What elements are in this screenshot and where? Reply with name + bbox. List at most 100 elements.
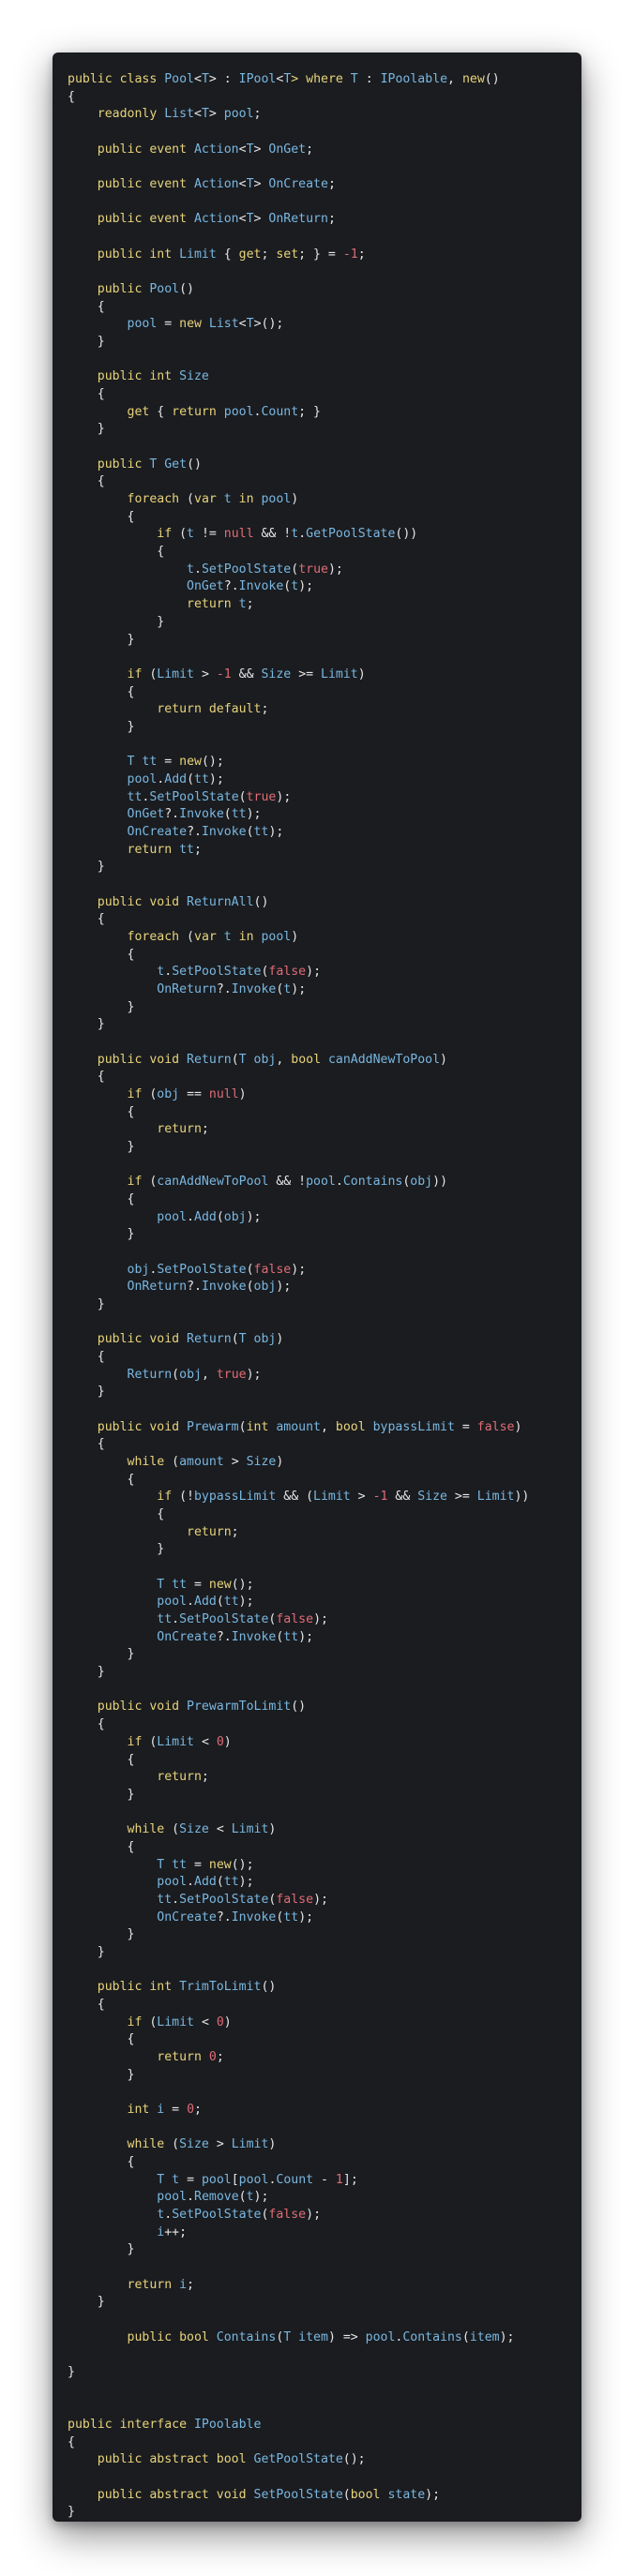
code-token: T — [157, 2172, 173, 2187]
code-token: Limit — [231, 1822, 269, 1837]
code-token: pool — [127, 771, 158, 786]
code-token: Add — [194, 1595, 217, 1610]
code-token: readonly — [68, 107, 165, 122]
code-token: { — [68, 1350, 105, 1365]
code-token: pool — [157, 1209, 188, 1224]
code-token: != — [194, 527, 224, 542]
code-token: ); — [208, 771, 224, 786]
code-token: List — [208, 317, 239, 332]
code-token: OnCreate — [127, 824, 188, 839]
code-token: ; — [201, 1770, 209, 1785]
code-line: public void Return(T obj) — [68, 1331, 581, 1349]
code-token: pool — [201, 2172, 232, 2187]
code-token: tt — [157, 1612, 173, 1627]
code-line: } — [68, 2241, 581, 2259]
code-token: ); — [499, 2329, 515, 2344]
code-token: ); — [298, 1910, 314, 1925]
code-token: pool — [157, 1595, 188, 1610]
code-token: Add — [194, 1875, 217, 1890]
code-token: int — [246, 1419, 277, 1434]
code-token: obj — [127, 1262, 150, 1277]
code-token: . — [164, 2207, 173, 2222]
code-token: Action — [193, 212, 239, 227]
code-token: . — [298, 527, 307, 542]
code-token: < — [238, 142, 247, 157]
code-token: -1 — [342, 247, 358, 262]
code-line: } — [68, 1646, 581, 1664]
code-line: pool.Add(tt); — [68, 771, 581, 789]
code-line: { — [68, 947, 581, 965]
code-token: tt — [283, 1629, 299, 1644]
code-token: public event — [68, 142, 194, 157]
code-line: } — [68, 1226, 581, 1244]
code-token: Contains — [342, 1175, 403, 1190]
code-token: Add — [194, 1209, 217, 1224]
code-token: bool — [291, 1052, 328, 1067]
code-line: t.SetPoolState(true); — [68, 562, 581, 579]
code-token: public bool — [68, 2329, 217, 2344]
code-token: = — [179, 2172, 202, 2187]
code-token: bypassLimit — [372, 1419, 455, 1434]
code-token: { — [68, 912, 105, 927]
code-token: ( — [179, 527, 188, 542]
code-line: while (Size > Limit) — [68, 2136, 581, 2154]
code-token: true — [298, 562, 328, 577]
code-token: < — [238, 317, 247, 332]
code-token: T — [246, 317, 254, 332]
code-token: > — [208, 107, 224, 122]
code-token: T — [238, 1332, 254, 1347]
code-token: T — [157, 1857, 173, 1872]
code-token: ); — [306, 965, 322, 980]
code-token: public abstract bool — [68, 2452, 254, 2467]
code-token: tt — [253, 824, 269, 839]
code-token: OnGet — [187, 579, 224, 594]
code-token: public class — [68, 72, 165, 86]
code-token: (); — [342, 2452, 366, 2467]
code-token: Size — [179, 1822, 209, 1837]
code-token: T — [127, 755, 143, 770]
code-line: tt.SetPoolState(true); — [68, 789, 581, 807]
code-token: tt — [172, 1857, 188, 1872]
code-token: > — [194, 666, 217, 681]
code-token: Invoke — [231, 981, 277, 996]
code-token: Limit — [313, 1490, 351, 1505]
code-line: T tt = new(); — [68, 754, 581, 771]
code-token: { — [68, 1507, 165, 1522]
code-token: get — [238, 247, 262, 262]
code-token: public — [68, 282, 150, 297]
code-token: } — [68, 2505, 75, 2520]
code-token: Limit — [157, 666, 194, 681]
code-token: Pool — [164, 72, 194, 86]
code-line: public int Size — [68, 368, 581, 386]
code-token: ; — [261, 247, 277, 262]
code-line: { — [68, 544, 581, 562]
code-line: { — [68, 2434, 581, 2452]
code-line: { — [68, 299, 581, 317]
code-line: { — [68, 386, 581, 404]
code-token: && ! — [268, 1175, 307, 1190]
code-token: t — [246, 2190, 254, 2205]
code-token: new — [179, 317, 209, 332]
code-line: if (canAddNewToPool && !pool.Contains(ob… — [68, 1174, 581, 1191]
code-token: new — [208, 1857, 232, 1872]
code-line: { — [68, 1191, 581, 1209]
code-line: public class Pool<T> : IPool<T> where T … — [68, 71, 581, 89]
code-line: { — [68, 1752, 581, 1770]
code-token: () — [261, 1980, 277, 1995]
code-token: tt — [127, 789, 143, 804]
code-token: obj — [223, 1209, 247, 1224]
code-token: { — [68, 2154, 135, 2169]
code-token: () — [253, 894, 269, 909]
